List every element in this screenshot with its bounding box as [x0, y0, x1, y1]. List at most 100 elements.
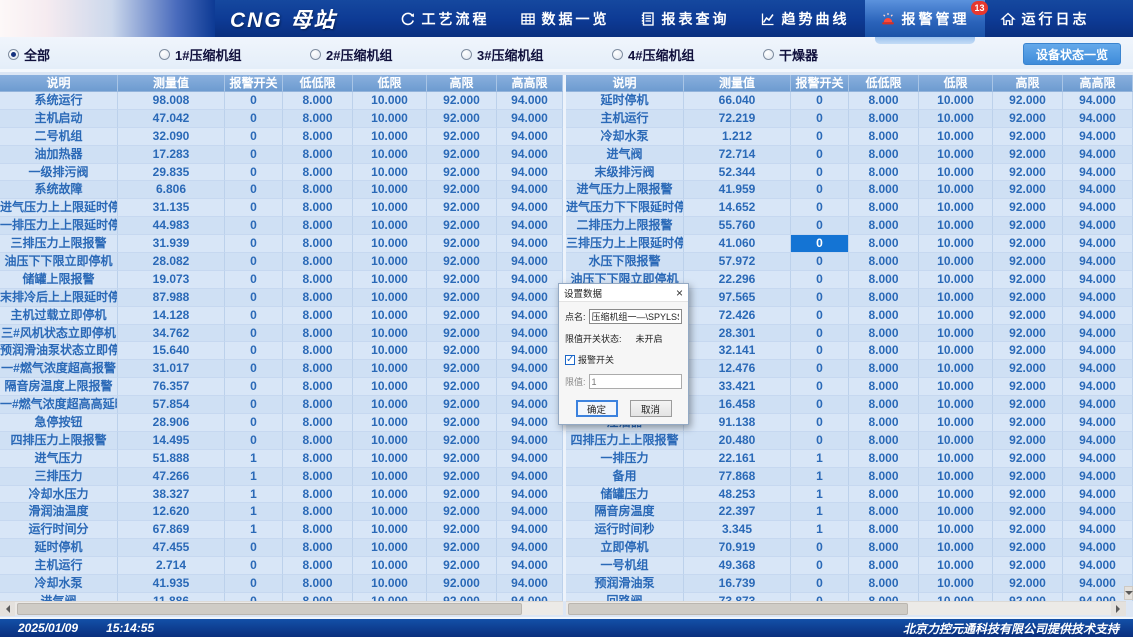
alarm-switch-cell[interactable]: 0 [791, 289, 849, 307]
alarm-switch-cell[interactable]: 1 [791, 503, 849, 521]
alarm-switch-cell[interactable]: 0 [791, 217, 849, 235]
table-row: 主机启动47.04208.00010.00092.00094.000 [0, 110, 563, 128]
alarm-switch-cell[interactable]: 0 [791, 396, 849, 414]
alarm-switch-cell[interactable]: 0 [791, 539, 849, 557]
nav-item-trend-curve[interactable]: 趋势曲线 [745, 0, 865, 37]
alarm-switch-cell[interactable]: 0 [791, 271, 849, 289]
radio-option-4[interactable]: 4#压缩机组 [612, 45, 694, 64]
alarm-switch-cell[interactable]: 0 [791, 325, 849, 343]
limit-switch-state-label: 限值开关状态: [565, 332, 622, 345]
alarm-switch-cell[interactable]: 0 [225, 396, 283, 414]
alarm-switch-cell[interactable]: 0 [225, 557, 283, 575]
alarm-switch-cell[interactable]: 0 [225, 181, 283, 199]
alarm-switch-cell[interactable]: 0 [791, 360, 849, 378]
alarm-switch-cell[interactable]: 0 [791, 128, 849, 146]
alarm-switch-cell[interactable]: 0 [791, 414, 849, 432]
radio-circle[interactable] [310, 49, 321, 60]
alarm-switch-cell[interactable]: 0 [791, 199, 849, 217]
radio-circle[interactable] [159, 49, 170, 60]
scroll-left-arrow[interactable] [0, 602, 15, 616]
alarm-switch-cell[interactable]: 1 [791, 468, 849, 486]
radio-circle[interactable] [461, 49, 472, 60]
radio-circle[interactable] [612, 49, 623, 60]
alarm-switch-cell[interactable]: 0 [791, 181, 849, 199]
alarm-switch-cell[interactable]: 0 [225, 414, 283, 432]
close-icon[interactable]: × [676, 287, 683, 299]
alarm-switch-cell[interactable]: 0 [225, 539, 283, 557]
alarm-switch-cell[interactable]: 0 [791, 378, 849, 396]
hihi-limit-cell: 94.000 [497, 110, 563, 128]
nav-item-run-log[interactable]: 运行日志 [985, 0, 1105, 37]
scrollbar-thumb[interactable] [17, 603, 522, 615]
alarm-switch-cell[interactable]: 1 [225, 450, 283, 468]
scroll-right-arrow[interactable] [1111, 602, 1126, 616]
device-status-button[interactable]: 设备状态一览 [1023, 43, 1121, 65]
column-header-5: 低限 [919, 75, 993, 92]
dialog-title-bar[interactable]: 设置数据 × [559, 284, 688, 302]
radio-option-3[interactable]: 3#压缩机组 [461, 45, 543, 64]
alarm-switch-cell[interactable]: 0 [791, 164, 849, 182]
alarm-switch-cell[interactable]: 0 [791, 342, 849, 360]
nav-item-process-flow[interactable]: 工艺流程 [385, 0, 505, 37]
alarm-switch-cell[interactable]: 0 [791, 593, 849, 601]
alarm-switch-cell[interactable]: 0 [791, 253, 849, 271]
alarm-switch-cell[interactable]: 0 [791, 307, 849, 325]
radio-option-1[interactable]: 1#压缩机组 [159, 45, 241, 64]
point-name-input[interactable] [589, 309, 682, 324]
alarm-switch-cell[interactable]: 0 [225, 307, 283, 325]
nav-item-label: 报表查询 [662, 9, 730, 29]
alarm-switch-cell[interactable]: 0 [791, 575, 849, 593]
alarm-switch-cell[interactable]: 0 [791, 235, 849, 253]
alarm-switch-cell[interactable]: 1 [791, 521, 849, 539]
column-header-5: 低限 [353, 75, 427, 92]
nav-item-report-query[interactable]: 报表查询 [625, 0, 745, 37]
nav-item-data-overview[interactable]: 数据一览 [505, 0, 625, 37]
alarm-switch-cell[interactable]: 0 [225, 199, 283, 217]
hihi-limit-cell: 94.000 [1063, 396, 1133, 414]
alarm-switch-cell[interactable]: 1 [225, 468, 283, 486]
alarm-switch-cell[interactable]: 1 [225, 503, 283, 521]
alarm-switch-cell[interactable]: 0 [225, 217, 283, 235]
table-row: 进气压力上上限延时停机31.13508.00010.00092.00094.00… [0, 199, 563, 217]
alarm-switch-cell[interactable]: 0 [791, 110, 849, 128]
alarm-switch-cell[interactable]: 0 [225, 146, 283, 164]
alarm-switch-cell[interactable]: 0 [225, 253, 283, 271]
ok-button[interactable]: 确定 [576, 400, 618, 417]
cancel-button[interactable]: 取消 [630, 400, 672, 417]
limit-value-input[interactable] [589, 374, 682, 389]
alarm-switch-cell[interactable]: 0 [225, 325, 283, 343]
radio-option-5[interactable]: 干燥器 [763, 45, 818, 64]
alarm-switch-cell[interactable]: 1 [225, 486, 283, 504]
alarm-switch-cell[interactable]: 1 [791, 450, 849, 468]
alarm-switch-cell[interactable]: 0 [225, 360, 283, 378]
scroll-down-arrow[interactable] [1124, 586, 1133, 600]
radio-circle[interactable] [763, 49, 774, 60]
alarm-switch-cell[interactable]: 0 [225, 593, 283, 601]
radio-option-2[interactable]: 2#压缩机组 [310, 45, 392, 64]
alarm-switch-cell[interactable]: 0 [225, 235, 283, 253]
alarm-switch-cell[interactable]: 0 [225, 432, 283, 450]
alarm-switch-cell[interactable]: 0 [791, 92, 849, 110]
horizontal-scrollbar-left[interactable] [0, 601, 563, 615]
alarm-switch-cell[interactable]: 0 [225, 575, 283, 593]
alarm-switch-cell[interactable]: 0 [225, 271, 283, 289]
alarm-switch-cell[interactable]: 0 [225, 289, 283, 307]
scrollbar-thumb[interactable] [568, 603, 908, 615]
alarm-switch-cell[interactable]: 1 [225, 521, 283, 539]
nav-item-alarm-management[interactable]: 报警管理 13 [865, 0, 985, 37]
alarm-switch-cell[interactable]: 0 [225, 92, 283, 110]
radio-circle[interactable] [8, 49, 19, 60]
alarm-switch-cell[interactable]: 0 [791, 432, 849, 450]
alarm-switch-cell[interactable]: 0 [225, 128, 283, 146]
alarm-switch-cell[interactable]: 1 [791, 486, 849, 504]
value-cell: 14.128 [118, 307, 225, 325]
alarm-switch-cell[interactable]: 0 [225, 342, 283, 360]
alarm-switch-cell[interactable]: 0 [791, 146, 849, 164]
alarm-switch-cell[interactable]: 0 [225, 164, 283, 182]
alarm-switch-cell[interactable]: 0 [791, 557, 849, 575]
alarm-switch-checkbox[interactable] [565, 355, 575, 365]
alarm-switch-cell[interactable]: 0 [225, 110, 283, 128]
alarm-switch-cell[interactable]: 0 [225, 378, 283, 396]
horizontal-scrollbar-right[interactable] [566, 601, 1126, 615]
radio-option-0[interactable]: 全部 [8, 45, 50, 64]
